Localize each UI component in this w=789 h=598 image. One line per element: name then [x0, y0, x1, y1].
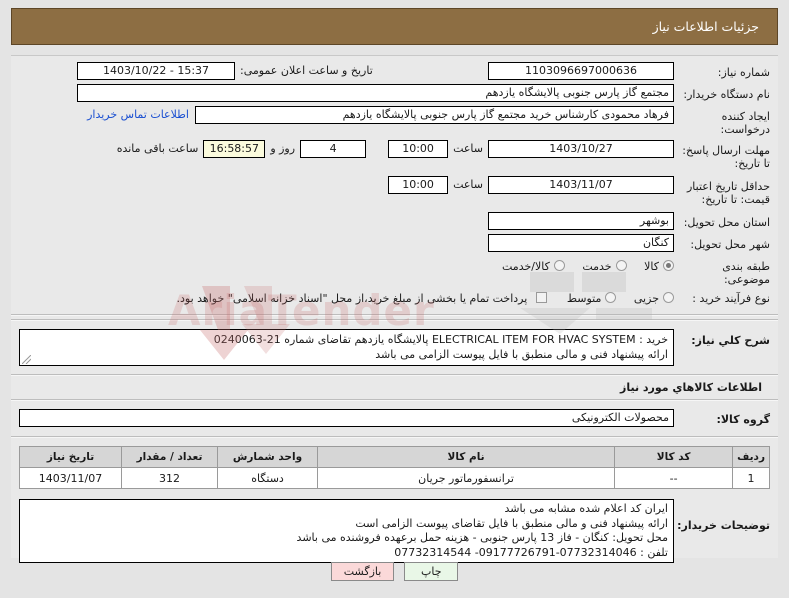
goods-group-label: گروه كالا: [716, 413, 770, 426]
classification-label: طبقه بندی موضوعی: [722, 260, 770, 286]
radio-classification-1[interactable] [615, 260, 627, 271]
buyer-notes-box: ایران کد اعلام شده مشابه می باشد ارائه پ… [19, 499, 674, 563]
province-label: استان محل تحویل: [683, 216, 770, 229]
page-title: جزئیات اطلاعات نیاز [652, 19, 759, 34]
th-row-number: ردیف [732, 446, 770, 468]
treasury-checkbox[interactable] [535, 292, 547, 303]
th-need-date: تاریخ نیاز [19, 446, 122, 468]
td-quantity: 312 [121, 467, 218, 489]
row-need-number: شماره نیاز: 1103096697000636 تاریخ و ساع… [11, 62, 778, 80]
province-value: بوشهر [488, 212, 674, 230]
buyer-note-line-1: ایران کد اعلام شده مشابه می باشد [504, 502, 668, 515]
row-buyer-notes: توضیحات خریدار: ایران کد اعلام شده مشابه… [11, 499, 778, 563]
row-deadline: مهلت ارسال پاسخ: تا تاریخ: 1403/10/27 سا… [11, 140, 778, 170]
process-label: نوع فرآیند خرید : [692, 292, 770, 305]
deadline-time: 10:00 [388, 140, 449, 158]
th-item-name: نام کالا [316, 446, 616, 468]
treasury-note-label: پرداخت تمام یا بخشی از مبلغ خرید،از محل … [176, 292, 528, 305]
td-unit: دستگاه [217, 467, 318, 489]
td-item-name: ترانسفورماتور جریان [316, 467, 616, 489]
buyer-note-line-4: تلفن : 07732314046-09177726791- 07732314… [394, 545, 668, 559]
deadline-label: مهلت ارسال پاسخ: تا تاریخ: [682, 144, 770, 170]
divider-5 [11, 436, 778, 438]
city-label: شهر محل تحویل: [690, 238, 770, 251]
divider-2 [11, 319, 778, 321]
buyer-contact-link[interactable]: اطلاعات تماس خریدار [77, 106, 189, 124]
table-row: 1 -- ترانسفورماتور جریان دستگاه 312 1403… [19, 467, 770, 489]
row-price-validity: حداقل تاریخ اعتبار قیمت: تا تاریخ: 1403/… [11, 176, 778, 206]
buyer-org-label: نام دستگاه خریدار: [683, 88, 770, 101]
buyer-org-value: مجتمع گاز پارس جنوبی پالایشگاه یازدهم [77, 84, 674, 102]
page-root: AriaTender جزئیات اطلاعات نیاز شماره نیا… [0, 0, 789, 598]
main-panel: شماره نیاز: 1103096697000636 تاریخ و ساع… [11, 55, 778, 563]
goods-group-value: محصولات الکترونیکی [19, 409, 674, 427]
buyer-notes-label: توضیحات خریدار: [677, 519, 770, 532]
description-line-2: ارائه پیشنهاد فنی و مالی منطبق با فایل پ… [375, 348, 668, 361]
remaining-days-suffix: روز و [270, 142, 296, 155]
radio-process-0[interactable] [663, 292, 674, 303]
description-line-1-english: ELECTRICAL ITEM FOR HVAC SYSTEM [431, 333, 636, 346]
back-button[interactable]: بازگشت [330, 562, 395, 581]
deadline-hour-label: ساعت [453, 142, 483, 155]
need-number-label: شماره نیاز: [717, 66, 770, 79]
goods-table: ردیف کد کالا نام کالا واحد شمارش تعداد /… [19, 446, 770, 489]
radio-process-1[interactable] [605, 292, 617, 303]
footer-actions: چاپ بازگشت [0, 562, 789, 581]
td-row-number: 1 [732, 467, 770, 489]
th-item-code: کد کالا [614, 446, 734, 468]
divider-1 [11, 314, 778, 316]
price-validity-date: 1403/11/07 [488, 176, 674, 194]
row-classification: طبقه بندی موضوعی: کالا خدمت کالا/خدمت [11, 259, 778, 286]
requester-label: ایجاد کننده درخواست: [720, 110, 770, 136]
th-unit: واحد شمارش [217, 446, 318, 468]
radio-process-0-label: جزیی [633, 292, 659, 305]
radio-classification-0-label: کالا [644, 260, 659, 273]
th-quantity: تعداد / مقدار [121, 446, 218, 468]
row-description: شرح كلي نياز: خرید : ELECTRICAL ITEM FOR… [11, 329, 778, 366]
goods-table-wrap: ردیف کد کالا نام کالا واحد شمارش تعداد /… [11, 446, 778, 489]
requester-value: فرهاد محمودی کارشناس خرید مجتمع گاز پارس… [195, 106, 674, 124]
radio-classification-1-label: خدمت [582, 260, 612, 273]
buyer-note-line-2: ارائه پیشنهاد فنی و مالی منطبق با فایل ت… [355, 516, 668, 530]
description-line-1-prefix: خرید : [635, 333, 668, 346]
table-header-row: ردیف کد کالا نام کالا واحد شمارش تعداد /… [19, 446, 770, 468]
description-line-1: خرید : ELECTRICAL ITEM FOR HVAC SYSTEM پ… [25, 332, 668, 347]
print-button[interactable]: چاپ [404, 562, 459, 581]
resize-handle-icon[interactable] [22, 355, 31, 364]
td-need-date: 1403/11/07 [19, 467, 122, 489]
goods-section-title: اطلاعات كالاهاي مورد نياز [620, 381, 762, 394]
announce-value: 1403/10/22 - 15:37 [77, 62, 235, 80]
row-city: شهر محل تحویل: کنگان [11, 234, 778, 252]
radio-process-1-label: متوسط [566, 292, 602, 305]
remaining-days: 4 [300, 140, 367, 158]
price-validity-label: حداقل تاریخ اعتبار قیمت: تا تاریخ: [686, 180, 770, 206]
radio-classification-2[interactable] [553, 260, 565, 271]
city-value: کنگان [488, 234, 674, 252]
td-item-code: -- [614, 467, 734, 489]
need-number-value: 1103096697000636 [488, 62, 674, 80]
row-process-type: نوع فرآیند خرید : جزیی متوسط پرداخت تمام… [11, 291, 778, 305]
buyer-note-line-3: محل تحویل: کنگان - فاز 13 پارس جنوبی - ه… [296, 531, 668, 544]
announce-label: تاریخ و ساعت اعلان عمومی: [240, 64, 373, 77]
price-validity-hour-label: ساعت [453, 178, 483, 191]
row-buyer-org: نام دستگاه خریدار: مجتمع گاز پارس جنوبی … [11, 84, 778, 102]
price-validity-time: 10:00 [388, 176, 449, 194]
page-header: جزئیات اطلاعات نیاز [11, 8, 778, 45]
deadline-date: 1403/10/27 [488, 140, 674, 158]
radio-classification-0[interactable] [663, 260, 674, 271]
description-box: خرید : ELECTRICAL ITEM FOR HVAC SYSTEM پ… [19, 329, 674, 366]
radio-classification-2-label: کالا/خدمت [502, 260, 550, 273]
divider-4 [11, 399, 778, 401]
description-label: شرح كلي نياز: [691, 334, 770, 347]
row-goods-group: گروه كالا: محصولات الکترونیکی [11, 409, 778, 427]
description-line-1-suffix: پالایشگاه یازدهم تقاضای شماره 21-0240063 [213, 333, 432, 346]
remaining-suffix: ساعت باقی مانده [116, 142, 199, 155]
row-requester: ایجاد کننده درخواست: فرهاد محمودی کارشنا… [11, 106, 778, 136]
remaining-clock: 16:58:57 [203, 140, 266, 158]
row-province: استان محل تحویل: بوشهر [11, 212, 778, 230]
